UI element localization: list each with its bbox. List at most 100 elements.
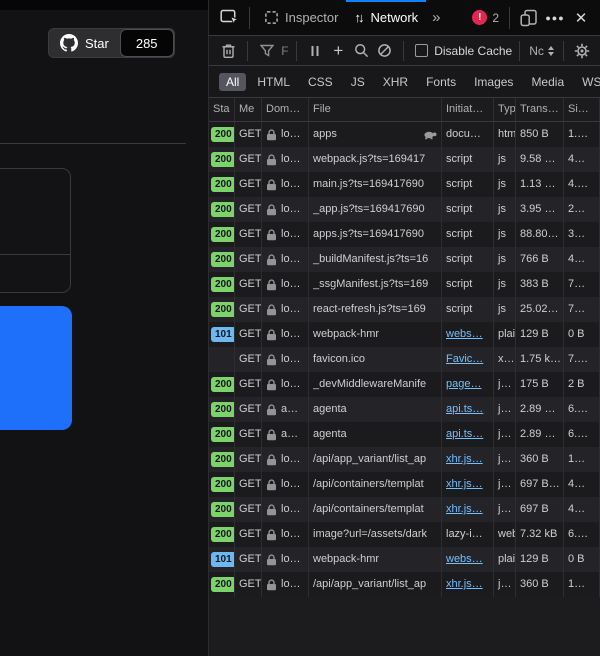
initiator-cell[interactable]: xhr.js… (442, 447, 494, 472)
inspector-icon (264, 10, 279, 25)
separator (519, 41, 520, 61)
pick-element-button[interactable] (217, 5, 243, 31)
network-request-row[interactable]: 200GETa…agentaapi.ts…j…2.89 …6.… (209, 422, 600, 447)
page-blue-button[interactable] (0, 306, 72, 430)
pause-traffic-button[interactable] (304, 39, 327, 63)
domain-cell: lo… (262, 447, 309, 472)
size-cell: 3… (564, 222, 600, 247)
tab-inspector-label: Inspector (285, 10, 338, 25)
filter-ws[interactable]: WS (575, 73, 600, 91)
initiator-cell[interactable]: webs… (442, 322, 494, 347)
network-request-row[interactable]: 101GETlo…webpack-hmrwebs…plai129 B0 B (209, 322, 600, 347)
method-cell: GET (235, 422, 262, 447)
network-request-row[interactable]: 200GETlo…webpack.js?ts=169417scriptjs9.5… (209, 147, 600, 172)
filter-xhr[interactable]: XHR (376, 73, 415, 91)
github-star-button[interactable]: Star 285 (48, 28, 175, 58)
new-request-button[interactable]: + (327, 39, 350, 63)
domain-cell: lo… (262, 172, 309, 197)
initiator-cell[interactable]: page… (442, 372, 494, 397)
network-settings-button[interactable] (571, 39, 594, 63)
network-request-row[interactable]: 200GETlo…main.js?ts=169417690scriptjs1.1… (209, 172, 600, 197)
tab-inspector[interactable]: Inspector (256, 0, 346, 36)
initiator-cell[interactable]: xhr.js… (442, 572, 494, 597)
file-cell: agenta (309, 397, 442, 422)
network-request-row[interactable]: 200GETa…agentaapi.ts…j…2.89 …6.… (209, 397, 600, 422)
file-cell: webpack-hmr (309, 547, 442, 572)
github-star-count[interactable]: 285 (120, 29, 174, 57)
network-request-row[interactable]: 200GETlo…appsdocu…htm850 B1.… (209, 122, 600, 147)
disable-cache-checkbox[interactable] (415, 44, 428, 57)
throttling-dropdown[interactable]: Nc (527, 44, 556, 58)
network-request-row[interactable]: 200GETlo…/api/containers/templatxhr.js…j… (209, 497, 600, 522)
network-request-row[interactable]: 200GETlo…_ssgManifest.js?ts=169scriptjs3… (209, 272, 600, 297)
type-cell: web (494, 522, 516, 547)
network-request-row[interactable]: 200GETlo…_app.js?ts=169417690scriptjs3.9… (209, 197, 600, 222)
file-cell: react-refresh.js?ts=169 (309, 297, 442, 322)
network-request-row[interactable]: 200GETlo…/api/app_variant/list_apxhr.js…… (209, 572, 600, 597)
network-request-row[interactable]: 200GETlo…_devMiddlewareManifepage…j…175 … (209, 372, 600, 397)
filter-fonts[interactable]: Fonts (419, 73, 463, 91)
close-devtools-button[interactable]: ✕ (568, 5, 594, 31)
column-header[interactable]: File (309, 98, 442, 121)
filter-urls-icon[interactable] (255, 39, 278, 63)
initiator-cell[interactable]: webs… (442, 547, 494, 572)
responsive-design-mode-button[interactable] (516, 5, 542, 31)
file-cell: _app.js?ts=169417690 (309, 197, 442, 222)
network-request-row[interactable]: 200GETlo…react-refresh.js?ts=169scriptjs… (209, 297, 600, 322)
more-tabs-chevron[interactable]: » (426, 9, 446, 26)
file-cell: webpack-hmr (309, 322, 442, 347)
network-request-row[interactable]: 200GETlo…image?url=/assets/darklazy-i…we… (209, 522, 600, 547)
network-request-row[interactable]: 200GETlo…_buildManifest.js?ts=16scriptjs… (209, 247, 600, 272)
column-header[interactable]: Typ (494, 98, 516, 121)
filter-media[interactable]: Media (524, 73, 571, 91)
column-header[interactable]: Initiat… (442, 98, 494, 121)
method-cell: GET (235, 247, 262, 272)
network-request-row[interactable]: 200GETlo…apps.js?ts=169417690scriptjs88.… (209, 222, 600, 247)
domain-cell: lo… (262, 322, 309, 347)
page-card-divider (0, 254, 70, 255)
network-request-row[interactable]: 200GETlo…/api/containers/templatxhr.js…j… (209, 472, 600, 497)
filter-all[interactable]: All (219, 73, 246, 91)
initiator-cell[interactable]: api.ts… (442, 422, 494, 447)
status-badge: 200 (211, 302, 235, 317)
github-star-left[interactable]: Star (49, 29, 120, 57)
network-request-row[interactable]: GETlo…favicon.icoFavic…x…1.75 k…7.… (209, 347, 600, 372)
transferred-cell: 2.89 … (516, 422, 564, 447)
filter-js[interactable]: JS (344, 73, 372, 91)
status-cell: 200 (209, 247, 235, 272)
search-button[interactable] (350, 39, 373, 63)
type-cell: j… (494, 397, 516, 422)
network-request-row[interactable]: 200GETlo…/api/app_variant/list_apxhr.js…… (209, 447, 600, 472)
status-cell: 200 (209, 397, 235, 422)
devtools-menu-button[interactable]: ●●● (542, 5, 568, 31)
filter-css[interactable]: CSS (301, 73, 340, 91)
lock-icon (266, 329, 277, 341)
column-header[interactable]: Dom… (262, 98, 309, 121)
file-cell: /api/containers/templat (309, 472, 442, 497)
column-header[interactable]: Si… (564, 98, 600, 121)
status-cell: 101 (209, 322, 235, 347)
filter-urls-input[interactable]: F (281, 44, 288, 58)
column-header[interactable]: Trans… (516, 98, 564, 121)
lock-icon (266, 479, 277, 491)
size-cell: 1… (564, 447, 600, 472)
initiator-cell[interactable]: api.ts… (442, 397, 494, 422)
column-header[interactable]: Sta (209, 98, 235, 121)
status-cell: 200 (209, 472, 235, 497)
initiator-cell[interactable]: xhr.js… (442, 472, 494, 497)
clear-requests-button[interactable] (217, 39, 240, 63)
initiator-cell[interactable]: Favic… (442, 347, 494, 372)
filter-html[interactable]: HTML (250, 73, 297, 91)
request-type-filterbar: AllHTMLCSSJSXHRFontsImagesMediaWSOt (209, 66, 600, 98)
disable-cache-label[interactable]: Disable Cache (434, 44, 512, 58)
tab-network[interactable]: ↑↓ Network (346, 0, 426, 36)
column-header[interactable]: Me (235, 98, 262, 121)
initiator-cell[interactable]: xhr.js… (442, 497, 494, 522)
error-counter[interactable]: ! 2 (472, 10, 499, 25)
transferred-cell: 360 B (516, 572, 564, 597)
type-cell: j… (494, 472, 516, 497)
transferred-cell: 697 B… (516, 472, 564, 497)
block-requests-button[interactable] (373, 39, 396, 63)
filter-images[interactable]: Images (467, 73, 520, 91)
network-request-row[interactable]: 101GETlo…webpack-hmrwebs…plai129 B0 B (209, 547, 600, 572)
